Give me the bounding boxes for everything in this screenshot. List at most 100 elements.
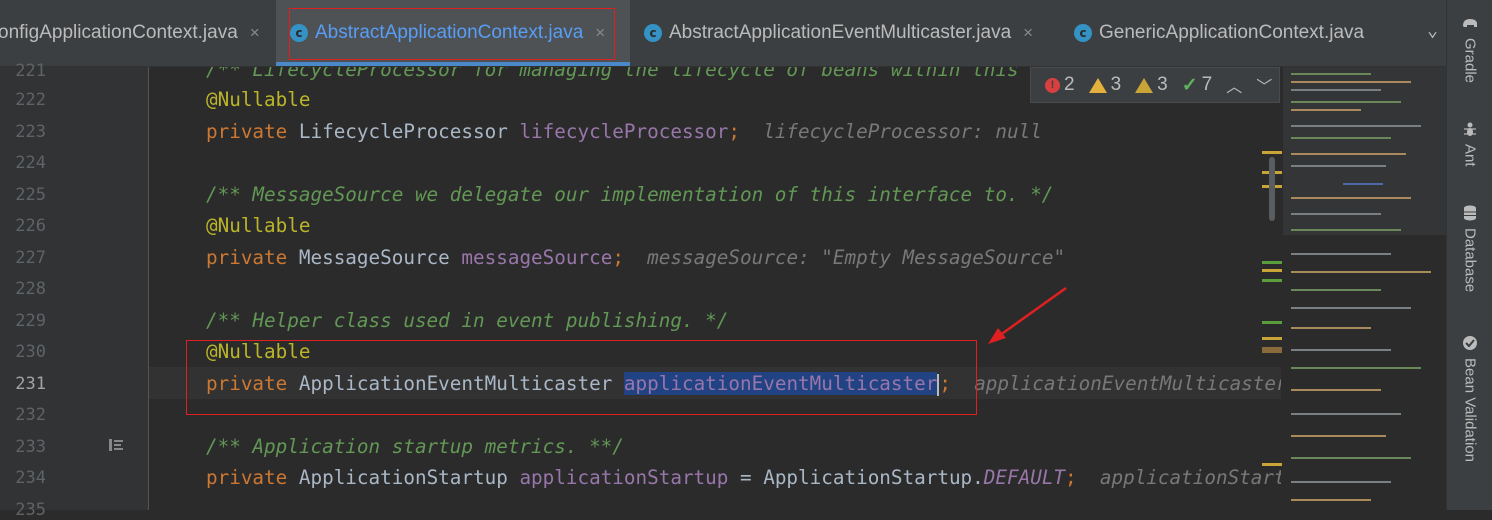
annotation: @Nullable (206, 340, 311, 363)
close-icon[interactable]: × (595, 23, 605, 43)
keyword: private (206, 120, 288, 143)
line-number: 232 (15, 405, 46, 425)
tab-generic-application-context[interactable]: c GenericApplicationContext.java (1074, 0, 1364, 66)
line-number: 233 (15, 437, 46, 457)
tool-window-label: Ant (1461, 144, 1479, 167)
annotation: @Nullable (206, 214, 311, 237)
editor-tab-bar: onfigApplicationContext.java × c Abstrac… (0, 0, 1446, 67)
selected-field-name: applicationEventMulticaster (623, 372, 938, 395)
right-tool-window-bar: Gradle Ant Database Bean Validation (1446, 0, 1492, 510)
annotation-arrow-icon (988, 286, 1067, 344)
error-count-value: 2 (1064, 74, 1075, 95)
code-line-230: @Nullable (206, 340, 310, 363)
code-line-233: /** Application startup metrics. **/ (206, 435, 624, 458)
inspection-widget[interactable]: ! 2 3 3 ✓ 7 ︿ ﹀ (1030, 67, 1280, 103)
line-number: 228 (15, 279, 46, 299)
error-icon: ! (1045, 77, 1060, 93)
code-line-223: private LifecycleProcessor lifecycleProc… (206, 120, 1042, 143)
typo-count-value: 7 (1201, 74, 1213, 95)
inline-value-hint: messageSource: "Empty MessageSource" (647, 246, 1066, 269)
weak-warning-count-value: 3 (1157, 74, 1168, 95)
vcs-marker[interactable] (1262, 279, 1282, 282)
line-number: 227 (15, 248, 46, 268)
ant-icon (1464, 122, 1476, 136)
close-icon[interactable]: × (250, 23, 260, 43)
weak-warning-count[interactable]: 3 (1135, 74, 1168, 96)
keyword: private (206, 372, 288, 395)
tab-label: AbstractApplicationContext.java (315, 22, 584, 43)
type-name: MessageSource (298, 246, 450, 269)
vcs-marker[interactable] (1262, 261, 1282, 264)
error-stripe[interactable] (1258, 67, 1282, 510)
error-count[interactable]: ! 2 (1045, 74, 1075, 96)
warning-icon (1088, 77, 1107, 93)
line-number: 226 (15, 216, 46, 236)
line-number: 229 (15, 311, 46, 331)
field-name: applicationStartup (519, 466, 729, 489)
annotation: @Nullable (206, 88, 311, 111)
elephant-icon (1463, 19, 1477, 27)
code-line-225: /** MessageSource we delegate our implem… (206, 183, 1054, 206)
tool-window-bean-validation[interactable]: Bean Validation (1447, 334, 1492, 462)
bean-validation-icon (1463, 336, 1477, 350)
inline-value-hint: applicationEventMulticaster (974, 372, 1281, 395)
code-line-234: private ApplicationStartup applicationSt… (206, 466, 1281, 489)
weak-warning-icon (1135, 77, 1154, 93)
semicolon: ; (1065, 466, 1077, 489)
class-icon: c (644, 24, 662, 42)
code-line-221: /** LifecycleProcessor for managing the … (206, 67, 1158, 81)
line-number: 234 (15, 468, 46, 488)
code-line-227: private MessageSource messageSource; mes… (206, 246, 1065, 269)
close-icon[interactable]: × (1023, 23, 1033, 43)
tool-window-ant[interactable]: Ant (1447, 120, 1492, 167)
line-number: 221 (15, 61, 46, 81)
warning-count[interactable]: 3 (1088, 74, 1122, 96)
type-name: ApplicationEventMulticaster (298, 372, 613, 395)
chevron-up-icon[interactable]: ︿ (1226, 73, 1242, 97)
doc-render-icon[interactable] (108, 438, 124, 452)
tab-config-application-context[interactable]: onfigApplicationContext.java × (0, 0, 260, 66)
semicolon: ; (728, 120, 740, 143)
chevron-down-icon[interactable]: ⌄ (1427, 20, 1438, 41)
tab-label: AbstractApplicationEventMulticaster.java (669, 22, 1012, 43)
warning-marker[interactable] (1262, 337, 1282, 340)
type-name: ApplicationStartup (298, 466, 508, 489)
typo-count[interactable]: ✓ 7 (1182, 74, 1213, 97)
tool-window-label: Gradle (1461, 38, 1479, 84)
tab-label: onfigApplicationContext.java (0, 22, 238, 43)
line-number: 223 (15, 122, 46, 142)
warning-marker[interactable] (1262, 463, 1282, 466)
minimap-viewport[interactable] (1283, 67, 1446, 235)
constant: DEFAULT (983, 466, 1066, 489)
code-editor[interactable]: /** LifecycleProcessor for managing the … (149, 67, 1281, 510)
warning-count-value: 3 (1110, 74, 1122, 95)
line-number-gutter: 221 222 223 224 225 226 227 228 229 230 … (0, 61, 149, 520)
tool-window-database[interactable]: Database (1447, 204, 1492, 292)
line-number: 225 (15, 185, 46, 205)
tool-window-gradle[interactable]: Gradle (1447, 14, 1492, 83)
tab-label: GenericApplicationContext.java (1099, 22, 1365, 43)
line-number: 222 (15, 90, 46, 110)
tool-window-label: Bean Validation (1461, 358, 1479, 462)
code-line-229: /** Helper class used in event publishin… (206, 309, 729, 332)
database-icon (1464, 205, 1476, 221)
tool-window-label: Database (1461, 228, 1479, 293)
code-minimap[interactable] (1283, 67, 1446, 510)
vcs-marker[interactable] (1262, 321, 1282, 324)
tab-abstract-application-event-multicaster[interactable]: c AbstractApplicationEventMulticaster.ja… (644, 0, 1033, 66)
line-number: 224 (15, 153, 46, 173)
field-name: messageSource (461, 246, 613, 269)
tab-abstract-application-context[interactable]: c AbstractApplicationContext.java × (276, 0, 630, 66)
keyword: private (206, 246, 288, 269)
class-icon: c (1074, 24, 1092, 42)
code-line-226: @Nullable (206, 214, 310, 237)
warning-marker[interactable] (1262, 347, 1282, 353)
semicolon: ; (939, 372, 951, 395)
warning-marker[interactable] (1262, 151, 1282, 154)
warning-marker[interactable] (1262, 269, 1282, 272)
semicolon: ; (612, 246, 624, 269)
inline-value-hint: applicationStartup (1099, 466, 1281, 489)
inline-value-hint: lifecycleProcessor: null (763, 120, 1042, 143)
code-line-231: private ApplicationEventMulticaster appl… (206, 372, 1281, 396)
scrollbar-thumb[interactable] (1269, 157, 1275, 221)
